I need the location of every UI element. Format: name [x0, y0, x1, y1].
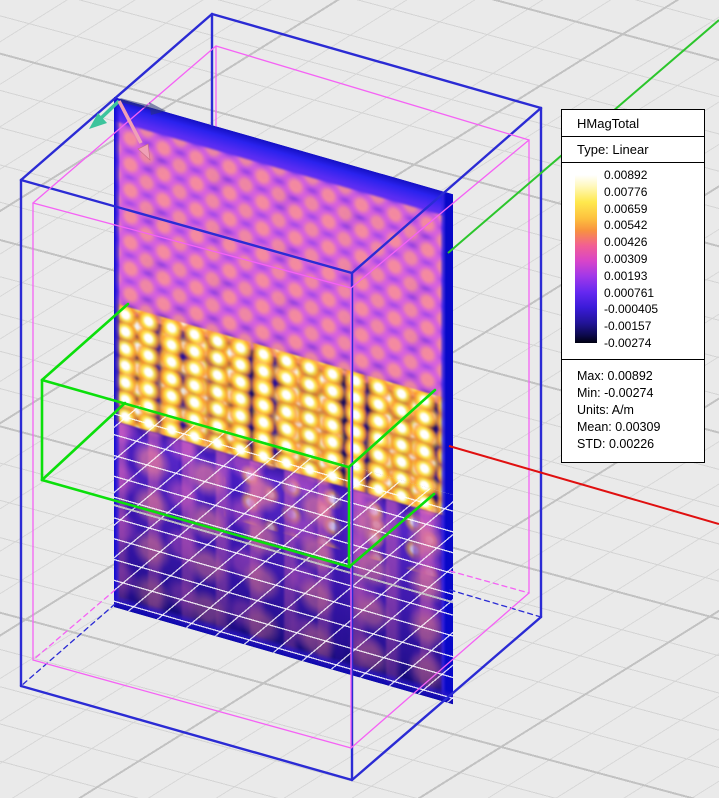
legend-scale-type: Type: Linear: [562, 137, 704, 163]
stat-max: Max: 0.00892: [577, 368, 702, 385]
stat-min: Min: -0.00274: [577, 385, 702, 402]
colorbar-tick: 0.00309: [604, 253, 658, 265]
field-plot-legend[interactable]: HMagTotal Type: Linear 0.00892 0.00776 0…: [561, 109, 705, 463]
colorbar-tick: 0.00892: [604, 169, 658, 181]
field-plot-plane: [114, 97, 453, 704]
colorbar-tick: 0.00776: [604, 186, 658, 198]
stat-units: Units: A/m: [577, 402, 702, 419]
colorbar-tick: 0.00193: [604, 270, 658, 282]
field-plane-right-edge-band: [440, 190, 453, 704]
colorbar-tick: 0.000761: [604, 287, 658, 299]
colorbar-tick: 0.00426: [604, 236, 658, 248]
colorbar-tick: -0.00157: [604, 320, 658, 332]
legend-color-scale: 0.00892 0.00776 0.00659 0.00542 0.00426 …: [562, 163, 704, 360]
legend-statistics: Max: 0.00892 Min: -0.00274 Units: A/m Me…: [562, 360, 704, 462]
legend-title: HMagTotal: [562, 110, 704, 137]
colorbar-tick: 0.00542: [604, 219, 658, 231]
colorbar-tick: -0.000405: [604, 303, 658, 315]
3d-viewport[interactable]: HMagTotal Type: Linear 0.00892 0.00776 0…: [0, 0, 719, 798]
field-plane-left-edge-band: [114, 97, 120, 609]
colorbar: [575, 175, 597, 343]
colorbar-tick: 0.00659: [604, 203, 658, 215]
colorbar-ticks: 0.00892 0.00776 0.00659 0.00542 0.00426 …: [604, 169, 658, 349]
stat-std: STD: 0.00226: [577, 436, 702, 453]
stat-mean: Mean: 0.00309: [577, 419, 702, 436]
colorbar-tick: -0.00274: [604, 337, 658, 349]
